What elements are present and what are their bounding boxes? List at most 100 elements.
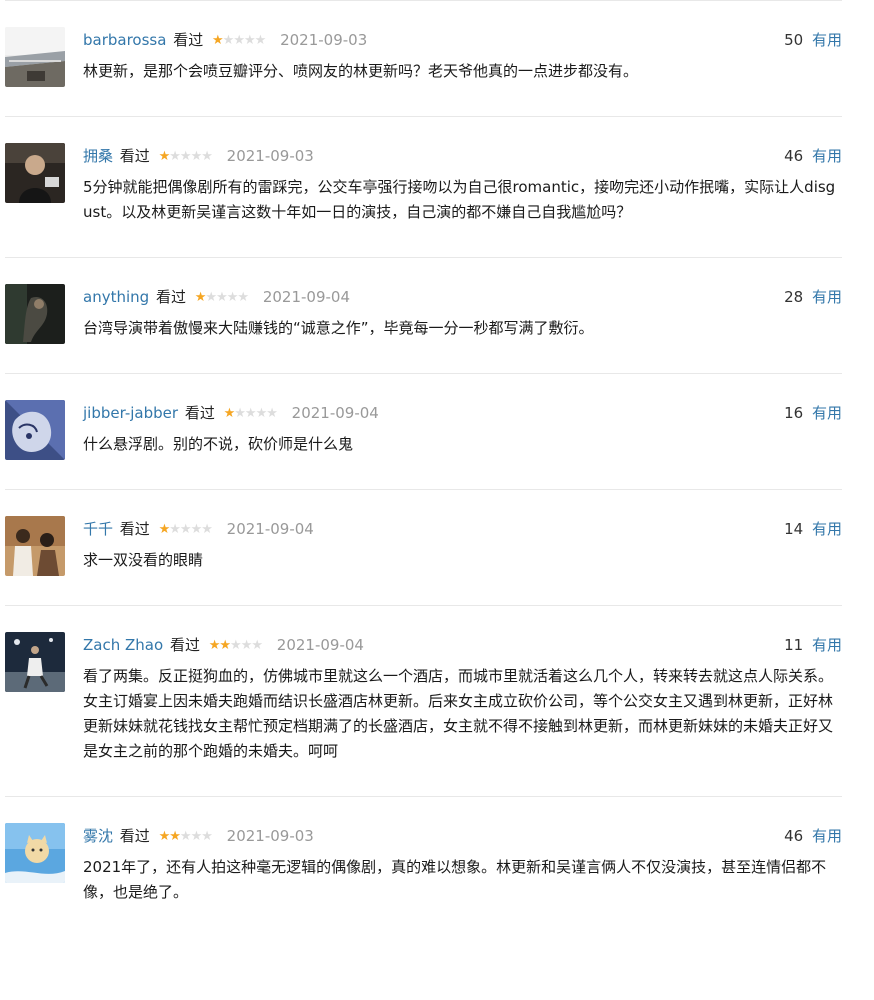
- username-link[interactable]: Zach Zhao: [83, 636, 163, 654]
- star-icon: ★: [169, 149, 181, 164]
- comment-list: barbarossa 看过 ★★★★★ 2021-09-03 50 有用 林更新…: [5, 0, 842, 937]
- star-icon: ★: [243, 33, 256, 48]
- comment-date: 2021-09-03: [226, 147, 314, 165]
- star-icon: ★: [233, 33, 245, 48]
- star-icon: ★: [179, 149, 192, 164]
- comment-text: 什么悬浮剧。别的不说，砍价师是什么鬼: [83, 435, 354, 453]
- vote-area: 14 有用: [784, 515, 842, 543]
- vote-count: 14: [784, 520, 804, 538]
- comment-date: 2021-09-04: [262, 288, 350, 306]
- rating-stars: ★★★★★: [158, 516, 213, 544]
- rating-stars: ★★★★★: [223, 400, 278, 428]
- useful-vote-button[interactable]: 有用: [812, 636, 842, 654]
- star-icon: ★: [219, 638, 231, 653]
- comment-text: 台湾导演带着傲慢来大陆赚钱的“诚意之作”，毕竟每一分一秒都写满了敷衍。: [83, 319, 594, 337]
- useful-vote-button[interactable]: 有用: [812, 31, 842, 49]
- star-icon: ★: [240, 638, 253, 653]
- username-link[interactable]: barbarossa: [83, 31, 166, 49]
- rating-stars: ★★★★★: [208, 632, 263, 660]
- username-link[interactable]: anything: [83, 288, 149, 306]
- star-icon: ★: [169, 829, 181, 844]
- useful-vote-button[interactable]: 有用: [812, 520, 842, 538]
- star-icon: ★: [169, 522, 181, 537]
- star-icon: ★: [208, 638, 221, 653]
- vote-area: 46 有用: [784, 822, 842, 850]
- vote-count: 11: [784, 636, 804, 654]
- comment-text: 求一双没看的眼睛: [83, 551, 204, 569]
- star-icon: ★: [212, 33, 224, 48]
- star-icon: ★: [266, 406, 278, 421]
- comment-text: 2021年了，还有人拍这种毫无逻辑的偶像剧，真的难以想象。林更新和吴谨言俩人不仅…: [83, 858, 827, 901]
- star-icon: ★: [194, 290, 207, 305]
- rating-stars: ★★★★★: [212, 27, 267, 55]
- star-icon: ★: [158, 522, 171, 537]
- avatar[interactable]: [5, 284, 65, 344]
- star-icon: ★: [223, 406, 236, 421]
- comment-date: 2021-09-03: [226, 827, 314, 845]
- star-icon: ★: [158, 829, 171, 844]
- star-icon: ★: [179, 829, 192, 844]
- username-link[interactable]: 雾沈: [83, 827, 113, 845]
- avatar[interactable]: [5, 27, 65, 87]
- comment-text: 林更新，是那个会喷豆瓣评分、喷网友的林更新吗？老天爷他真的一点进步都没有。: [83, 62, 639, 80]
- star-icon: ★: [226, 290, 239, 305]
- avatar[interactable]: [5, 400, 65, 460]
- comment-text: 看了两集。反正挺狗血的，仿佛城市里就这么一个酒店，而城市里就活着这么几个人，转来…: [83, 667, 834, 760]
- star-icon: ★: [244, 406, 257, 421]
- username-link[interactable]: 千千: [83, 520, 113, 538]
- avatar[interactable]: [5, 516, 65, 576]
- vote-area: 16 有用: [784, 399, 842, 427]
- comment-item: jibber-jabber 看过 ★★★★★ 2021-09-04 16 有用 …: [5, 374, 842, 490]
- star-icon: ★: [251, 638, 263, 653]
- username-link[interactable]: 拥桑: [83, 147, 113, 165]
- comment-date: 2021-09-03: [280, 31, 368, 49]
- avatar[interactable]: [5, 823, 65, 883]
- comment-date: 2021-09-04: [226, 520, 314, 538]
- comment-item: 千千 看过 ★★★★★ 2021-09-04 14 有用 求一双没看的眼睛: [5, 490, 842, 606]
- comment-date: 2021-09-04: [291, 404, 379, 422]
- comment-item: barbarossa 看过 ★★★★★ 2021-09-03 50 有用 林更新…: [5, 1, 842, 117]
- comment-item: 拥桑 看过 ★★★★★ 2021-09-03 46 有用 5分钟就能把偶像剧所有…: [5, 117, 842, 258]
- star-icon: ★: [190, 522, 203, 537]
- vote-count: 50: [784, 31, 804, 49]
- comment-text: 5分钟就能把偶像剧所有的雷踩完，公交车亭强行接吻以为自己很romantic，接吻…: [83, 178, 836, 221]
- useful-vote-button[interactable]: 有用: [812, 288, 842, 306]
- vote-area: 46 有用: [784, 142, 842, 170]
- star-icon: ★: [190, 149, 203, 164]
- watched-label: 看过: [184, 404, 215, 422]
- star-icon: ★: [216, 290, 228, 305]
- vote-area: 50 有用: [784, 26, 842, 54]
- star-icon: ★: [190, 829, 203, 844]
- star-icon: ★: [158, 149, 171, 164]
- useful-vote-button[interactable]: 有用: [812, 404, 842, 422]
- star-icon: ★: [179, 522, 192, 537]
- rating-stars: ★★★★★: [194, 284, 249, 312]
- comment-item: 雾沈 看过 ★★★★★ 2021-09-03 46 有用 2021年了，还有人拍…: [5, 797, 842, 937]
- avatar[interactable]: [5, 143, 65, 203]
- star-icon: ★: [237, 290, 249, 305]
- star-icon: ★: [254, 33, 267, 48]
- watched-label: 看过: [119, 520, 150, 538]
- watched-label: 看过: [169, 636, 200, 654]
- username-link[interactable]: jibber-jabber: [83, 404, 178, 422]
- rating-stars: ★★★★★: [158, 823, 213, 851]
- star-icon: ★: [201, 149, 213, 164]
- avatar[interactable]: [5, 632, 65, 692]
- vote-count: 46: [784, 147, 804, 165]
- watched-label: 看过: [155, 288, 186, 306]
- vote-count: 28: [784, 288, 804, 306]
- star-icon: ★: [255, 406, 268, 421]
- watched-label: 看过: [119, 827, 150, 845]
- useful-vote-button[interactable]: 有用: [812, 147, 842, 165]
- rating-stars: ★★★★★: [158, 143, 213, 171]
- useful-vote-button[interactable]: 有用: [812, 827, 842, 845]
- watched-label: 看过: [119, 147, 150, 165]
- comment-item: Zach Zhao 看过 ★★★★★ 2021-09-04 11 有用 看了两集…: [5, 606, 842, 797]
- watched-label: 看过: [173, 31, 204, 49]
- star-icon: ★: [230, 638, 242, 653]
- vote-area: 11 有用: [784, 631, 842, 659]
- star-icon: ★: [201, 829, 213, 844]
- comment-date: 2021-09-04: [276, 636, 364, 654]
- star-icon: ★: [222, 33, 235, 48]
- star-icon: ★: [205, 290, 217, 305]
